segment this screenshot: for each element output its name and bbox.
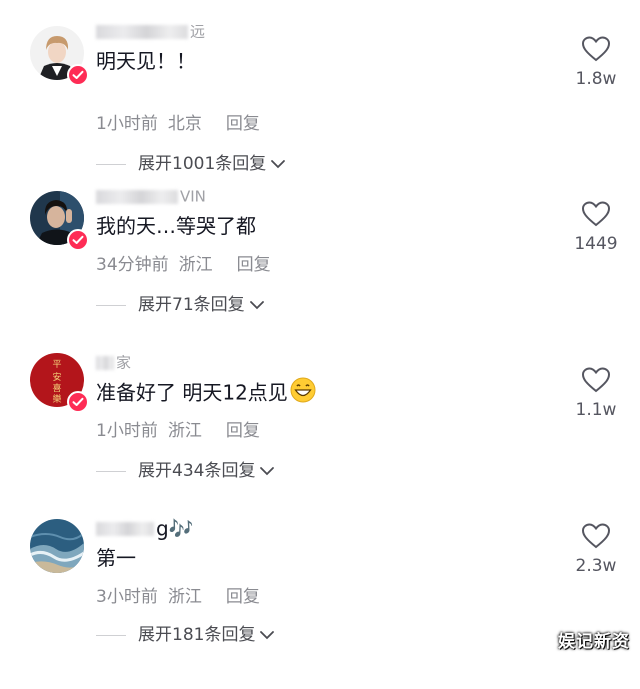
comment-text: 准备好了 明天12点见	[96, 377, 316, 411]
blurred-username	[96, 355, 114, 370]
divider	[96, 163, 126, 165]
like-button[interactable]: 1.1w	[568, 367, 624, 421]
like-button[interactable]: 1449	[568, 201, 624, 255]
comment-item: 远 明天见！！ 1小时前 北京 回复 展开1001条回复 1.8w	[0, 23, 640, 192]
username[interactable]: g🎶	[96, 516, 194, 541]
divider	[96, 304, 126, 306]
heart-icon	[582, 201, 610, 227]
svg-text:樂: 樂	[52, 393, 61, 405]
comment-location: 浙江	[167, 587, 202, 607]
chevron-down-icon	[249, 293, 265, 317]
comment-text: 明天见！！	[96, 49, 196, 73]
username[interactable]: 家	[96, 351, 131, 373]
like-count: 1449	[574, 234, 618, 254]
username-tail: VIN	[180, 187, 206, 206]
reply-button[interactable]: 回复	[237, 255, 271, 275]
reply-button[interactable]: 回复	[226, 421, 260, 441]
svg-text:安: 安	[52, 371, 61, 383]
comment-location: 浙江	[178, 255, 213, 275]
divider	[96, 470, 126, 472]
blurred-username	[96, 189, 178, 204]
svg-text:平: 平	[52, 359, 61, 370]
username[interactable]: VIN	[96, 185, 206, 207]
reply-button[interactable]: 回复	[226, 587, 260, 607]
like-count: 1.8w	[575, 69, 617, 89]
svg-text:喜: 喜	[52, 382, 61, 394]
comment-text-body: 准备好了 明天12点见	[96, 380, 288, 405]
comment-item: VIN 我的天…等哭了都 34分钟前 浙江 回复 展开71条回复 1449	[0, 188, 640, 357]
comment-item: g🎶 第一 3小时前 浙江 回复 展开181条回复 2.3w	[0, 518, 640, 689]
comment-meta: 3小时前 浙江 回复	[96, 585, 270, 609]
blurred-username	[96, 24, 188, 39]
expand-replies[interactable]: 展开71条回复	[96, 293, 265, 317]
username-tail: g🎶	[156, 516, 194, 541]
verified-badge-icon	[67, 64, 89, 86]
chevron-down-icon	[270, 152, 286, 176]
comment-meta: 1小时前 浙江 回复	[96, 419, 270, 443]
watermark: 娱记新资	[558, 632, 630, 652]
comment-text: 我的天…等哭了都	[96, 214, 256, 238]
chevron-down-icon	[259, 459, 275, 483]
expand-replies[interactable]: 展开434条回复	[96, 459, 275, 483]
like-button[interactable]: 2.3w	[568, 523, 624, 577]
username[interactable]: 远	[96, 20, 205, 42]
like-count: 2.3w	[575, 556, 617, 576]
username-tail: 家	[116, 353, 132, 372]
username-tail: 远	[190, 22, 206, 41]
comment-meta: 34分钟前 浙江 回复	[96, 253, 281, 277]
expand-replies-label: 展开1001条回复	[138, 154, 267, 174]
heart-icon	[582, 36, 610, 62]
comment-time: 1小时前	[96, 421, 158, 441]
like-button[interactable]: 1.8w	[568, 36, 624, 90]
expand-replies-label: 展开434条回复	[138, 461, 256, 481]
ocean-waves-aerial-icon	[30, 519, 84, 573]
comment-time: 3小时前	[96, 587, 158, 607]
comment-time: 1小时前	[96, 114, 158, 134]
heart-icon	[582, 367, 610, 393]
comment-location: 北京	[167, 114, 202, 134]
comment-meta: 1小时前 北京 回复	[96, 112, 270, 136]
like-count: 1.1w	[575, 400, 617, 420]
heart-icon	[582, 523, 610, 549]
expand-replies-label: 展开181条回复	[138, 625, 256, 645]
verified-badge-icon	[67, 229, 89, 251]
expand-replies-label: 展开71条回复	[138, 295, 245, 315]
comment-item: 平 安 喜 樂 家 准备好了 明天12点见 1小时前 浙江 回复 展开434条回复 …	[0, 353, 640, 523]
comment-time: 34分钟前	[96, 255, 169, 275]
avatar[interactable]	[30, 519, 84, 573]
divider	[96, 634, 126, 636]
verified-badge-icon	[67, 391, 89, 413]
expand-replies[interactable]: 展开1001条回复	[96, 152, 286, 176]
comment-text: 第一	[96, 546, 136, 570]
expand-replies[interactable]: 展开181条回复	[96, 623, 275, 647]
reply-button[interactable]: 回复	[226, 114, 260, 134]
comment-location: 浙江	[167, 421, 202, 441]
blurred-username	[96, 521, 154, 536]
grinning-face-icon	[290, 377, 316, 411]
chevron-down-icon	[259, 623, 275, 647]
